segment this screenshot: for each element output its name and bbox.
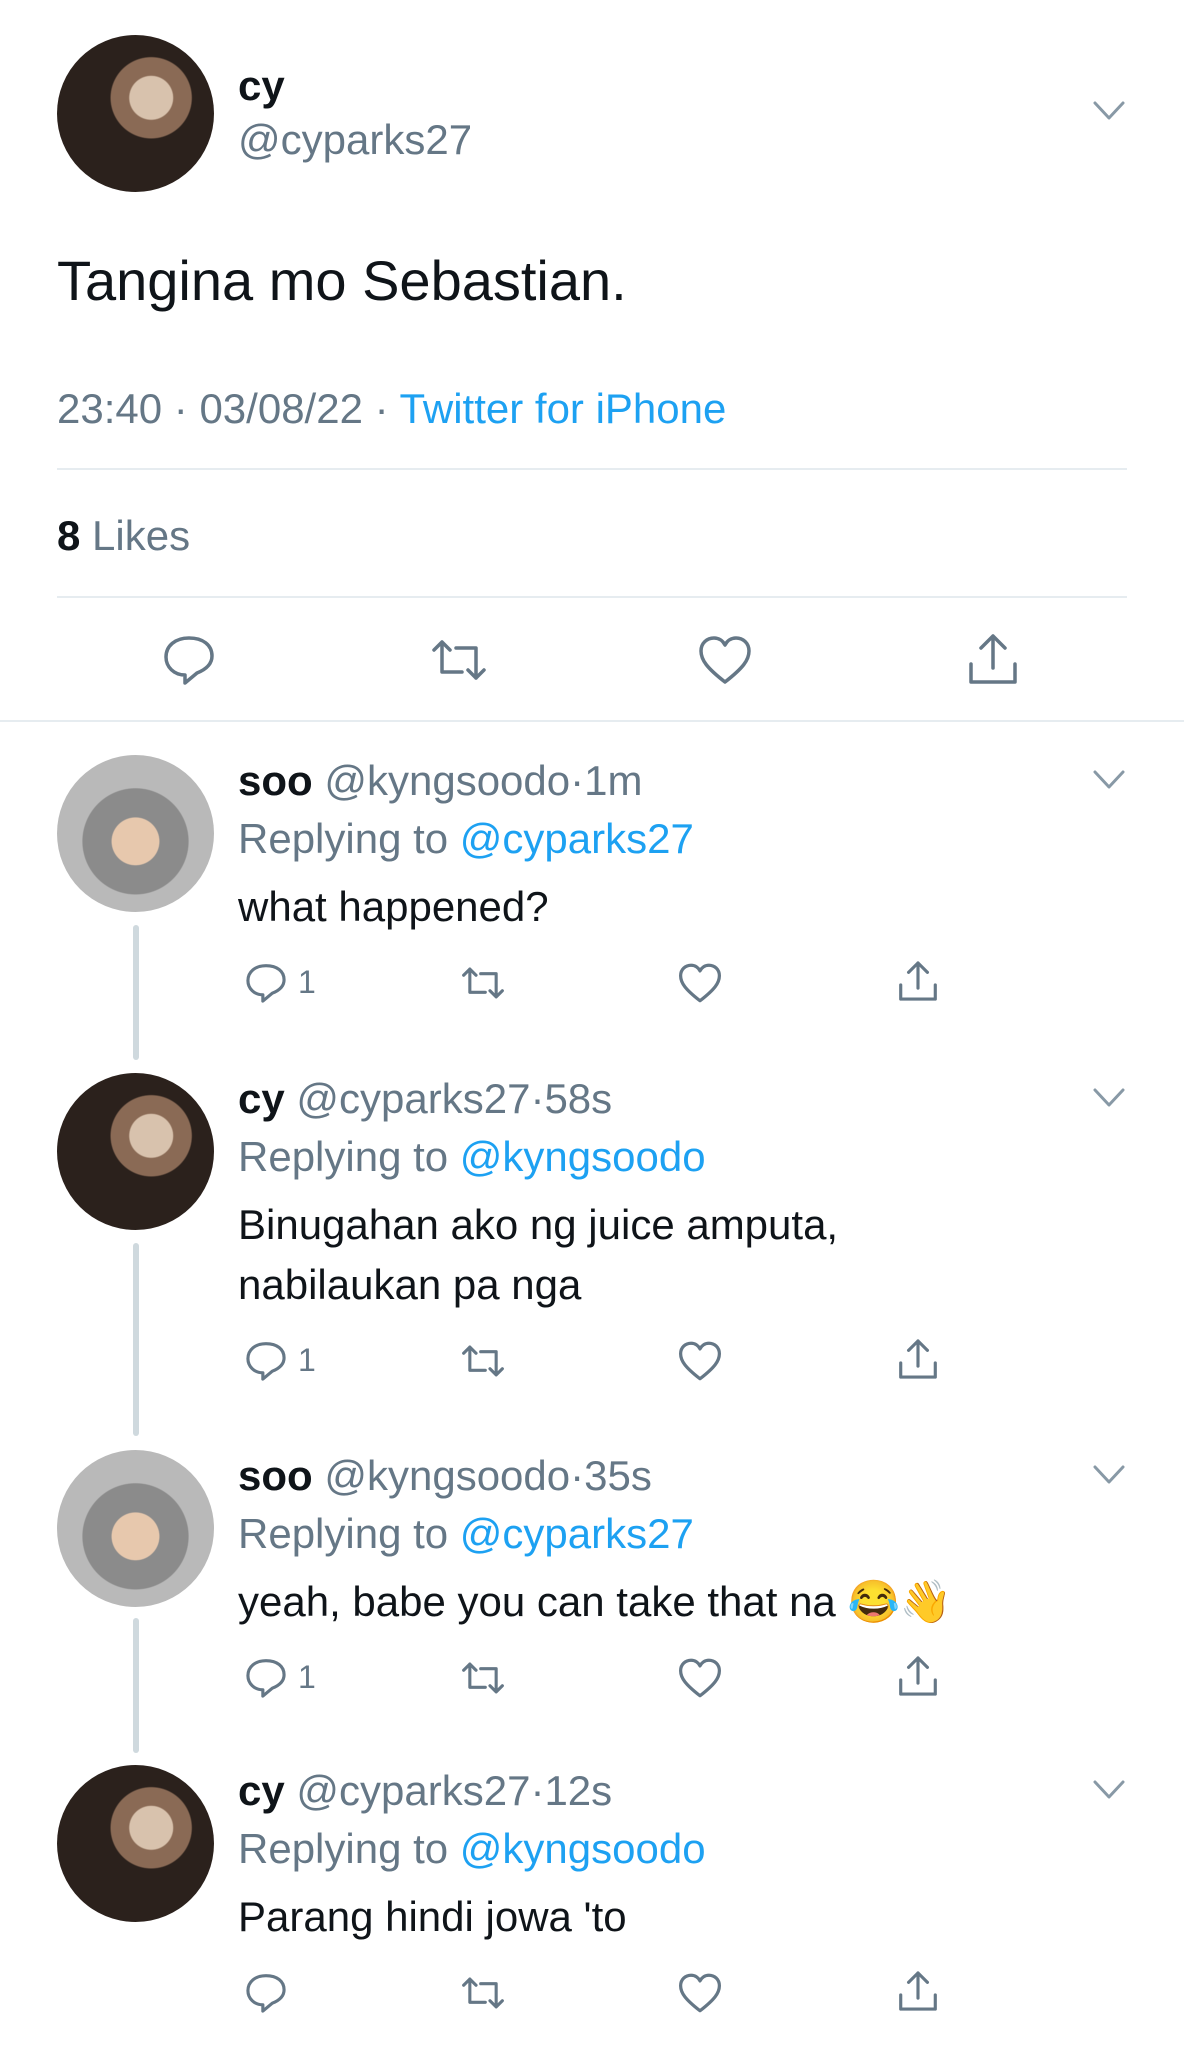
retweet-icon[interactable] xyxy=(459,1342,507,1380)
share-icon[interactable] xyxy=(896,1653,940,1699)
avatar[interactable] xyxy=(57,35,214,192)
reply-icon[interactable] xyxy=(244,1340,288,1382)
like-icon[interactable] xyxy=(677,1340,723,1382)
share-icon[interactable] xyxy=(896,1968,940,2014)
replying-to: Replying to @kyngsoodo xyxy=(238,1825,706,1873)
reply-time: 1m xyxy=(584,757,643,804)
like-icon[interactable] xyxy=(677,962,723,1004)
tweet-meta: 23:40 · 03/08/22 · Twitter for iPhone xyxy=(57,385,726,433)
meta-separator: · xyxy=(530,1767,545,1814)
reply-icon[interactable] xyxy=(244,1972,288,2014)
reply-text: what happened? xyxy=(238,883,549,930)
like-icon[interactable] xyxy=(697,634,753,686)
chevron-down-icon[interactable] xyxy=(1092,769,1126,791)
tweet-text: Tangina mo Sebastian. xyxy=(57,249,627,312)
reply-text: Parang hindi jowa 'to xyxy=(238,1893,627,1940)
display-name[interactable]: cy xyxy=(238,62,285,110)
replying-to-link[interactable]: @kyngsoodo xyxy=(460,1825,706,1872)
meta-separator: · xyxy=(570,757,585,804)
avatar[interactable] xyxy=(57,1765,214,1922)
meta-separator: · xyxy=(173,385,188,432)
replying-prefix: Replying to xyxy=(238,815,449,862)
replying-prefix: Replying to xyxy=(238,1825,449,1872)
replying-to-link[interactable]: @cyparks27 xyxy=(460,815,694,862)
retweet-icon[interactable] xyxy=(459,1974,507,2012)
reply-header: soo @kyngsoodo·35s xyxy=(238,1452,652,1500)
replying-to-link[interactable]: @cyparks27 xyxy=(460,1510,694,1557)
meta-separator: · xyxy=(374,385,389,432)
reply-time: 58s xyxy=(544,1075,613,1122)
chevron-down-icon[interactable] xyxy=(1092,1779,1126,1801)
user-handle[interactable]: @cyparks27 xyxy=(238,116,472,164)
divider xyxy=(57,596,1127,598)
retweet-icon[interactable] xyxy=(428,636,490,684)
reply-count: 1 xyxy=(298,964,316,1000)
meta-separator: · xyxy=(530,1075,545,1122)
share-icon[interactable] xyxy=(896,1336,940,1382)
thread-line xyxy=(133,1618,139,1753)
avatar[interactable] xyxy=(57,755,214,912)
reply-header: soo @kyngsoodo·1m xyxy=(238,757,643,805)
likes-label: Likes xyxy=(92,512,191,559)
divider xyxy=(0,720,1184,722)
chevron-down-icon[interactable] xyxy=(1092,100,1126,122)
display-name[interactable]: cy xyxy=(238,1767,285,1814)
reply-header: cy @cyparks27·12s xyxy=(238,1767,612,1815)
reply-header: cy @cyparks27·58s xyxy=(238,1075,612,1123)
reply-time: 12s xyxy=(544,1767,613,1814)
chevron-down-icon[interactable] xyxy=(1092,1464,1126,1486)
retweet-icon[interactable] xyxy=(459,964,507,1002)
meta-separator: · xyxy=(570,1452,585,1499)
user-handle[interactable]: @cyparks27 xyxy=(296,1075,530,1122)
reply-time: 35s xyxy=(584,1452,652,1499)
replying-to-link[interactable]: @kyngsoodo xyxy=(460,1133,706,1180)
likes-stat[interactable]: 8 Likes xyxy=(57,512,190,560)
retweet-icon[interactable] xyxy=(459,1659,507,1697)
reply-text: yeah, babe you can take that na 😂👋 xyxy=(238,1578,953,1625)
display-name[interactable]: cy xyxy=(238,1075,285,1122)
replying-prefix: Replying to xyxy=(238,1133,449,1180)
reply-icon[interactable] xyxy=(161,634,217,686)
share-icon[interactable] xyxy=(896,958,940,1004)
avatar[interactable] xyxy=(57,1073,214,1230)
thread-line xyxy=(133,1243,139,1436)
likes-count: 8 xyxy=(57,512,81,559)
replying-prefix: Replying to xyxy=(238,1510,449,1557)
reply-icon[interactable] xyxy=(244,1657,288,1699)
replying-to: Replying to @cyparks27 xyxy=(238,815,694,863)
chevron-down-icon[interactable] xyxy=(1092,1087,1126,1109)
user-handle[interactable]: @kyngsoodo xyxy=(324,1452,570,1499)
replying-to: Replying to @kyngsoodo xyxy=(238,1133,706,1181)
tweet-time: 23:40 xyxy=(57,385,163,432)
reply-text: Binugahan ako ng juice amputa, xyxy=(238,1201,839,1248)
reply-text: nabilaukan pa nga xyxy=(238,1261,582,1308)
thread-line xyxy=(133,925,139,1060)
avatar[interactable] xyxy=(57,1450,214,1607)
display-name[interactable]: soo xyxy=(238,757,313,804)
like-icon[interactable] xyxy=(677,1657,723,1699)
reply-count: 1 xyxy=(298,1659,316,1695)
reply-count: 1 xyxy=(298,1342,316,1378)
share-icon[interactable] xyxy=(965,630,1021,688)
tweet-date: 03/08/22 xyxy=(199,385,363,432)
user-handle[interactable]: @kyngsoodo xyxy=(324,757,570,804)
tweet-source-link[interactable]: Twitter for iPhone xyxy=(400,385,727,432)
user-handle[interactable]: @cyparks27 xyxy=(296,1767,530,1814)
reply-icon[interactable] xyxy=(244,962,288,1004)
divider xyxy=(57,468,1127,470)
like-icon[interactable] xyxy=(677,1972,723,2014)
display-name[interactable]: soo xyxy=(238,1452,313,1499)
replying-to: Replying to @cyparks27 xyxy=(238,1510,694,1558)
